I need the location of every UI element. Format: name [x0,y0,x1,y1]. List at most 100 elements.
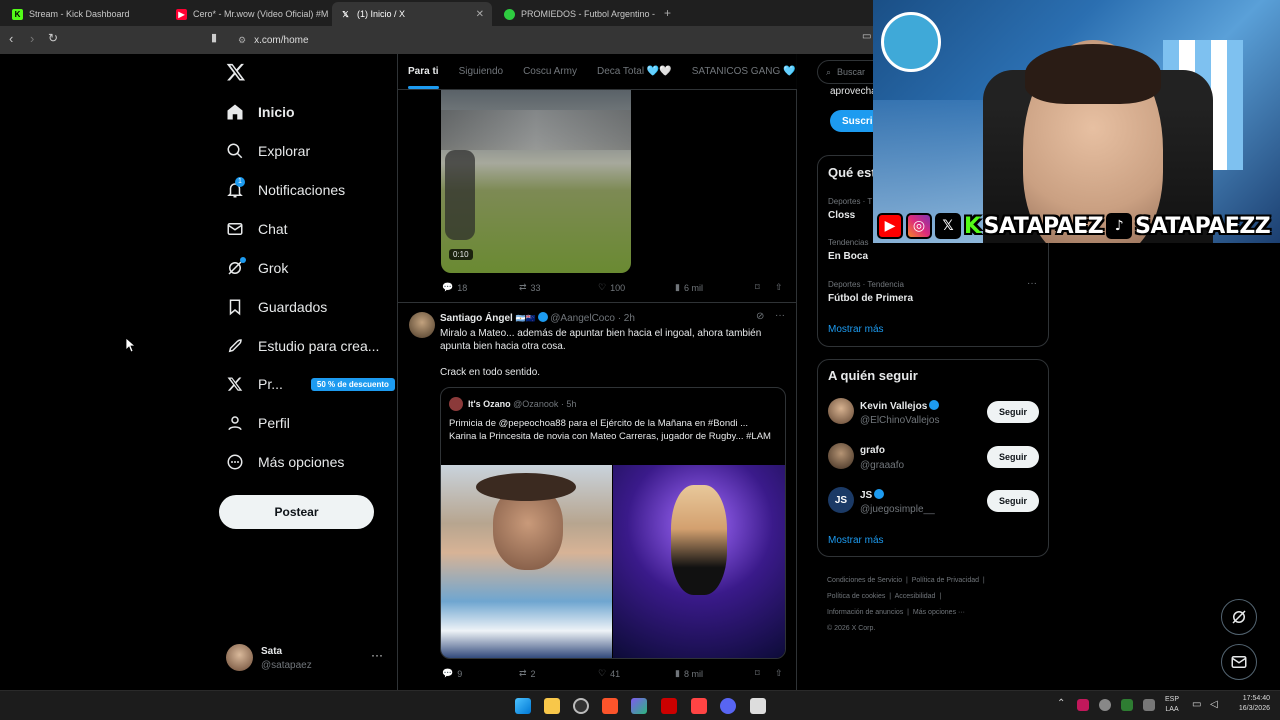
tab-satanicos-gang[interactable]: SATANICOS GANG 🩵 [682,66,797,77]
network-icon[interactable]: ▭ [1192,699,1201,710]
tab-coscu-army[interactable]: Coscu Army [513,66,587,77]
browser-tab-youtube[interactable]: ▶ Cero* - Mr.wow (Video Oficial) #Mer [168,2,328,26]
footer-link[interactable]: Accesibilidad [895,593,936,600]
sidebar-item-mas-opciones[interactable]: Más opciones [226,453,344,471]
trend-name[interactable]: En Boca [828,251,868,262]
post-time[interactable]: · 2h [618,313,635,324]
promiedos-favicon-icon [504,8,515,20]
show-more-link[interactable]: Mostrar más [828,535,884,546]
tray-overflow-icon[interactable]: ⌃ [1057,698,1065,709]
post-video[interactable]: 0:10 [441,90,631,273]
sidebar-item-grok[interactable]: Grok [226,257,288,277]
follow-button[interactable]: Seguir [987,401,1039,423]
grok-floating-button[interactable] [1221,599,1257,635]
share-button[interactable]: ⇧ [775,668,783,679]
language-indicator[interactable]: ESP LAA [1165,695,1179,715]
messages-floating-button[interactable] [1221,644,1257,680]
share-button[interactable]: ⇧ [775,282,783,293]
repost-button[interactable]: ⇄ 33 [519,282,541,293]
sidebar-item-inicio[interactable]: Inicio [226,103,295,121]
app-icon[interactable] [661,698,677,714]
discord-icon[interactable] [720,698,736,714]
account-switcher[interactable]: Sata @satapaez ··· [226,644,396,674]
follow-button[interactable]: Seguir [987,446,1039,468]
clock[interactable]: 17:54:40 16/3/2026 [1228,694,1270,714]
browser-tab-promiedos[interactable]: PROMIEDOS - Futbol Argentino - Fix [496,2,658,26]
footer-link[interactable]: Más opciones ··· [913,609,965,616]
footer-link[interactable]: Política de cookies [827,593,885,600]
tab-para-ti[interactable]: Para ti [398,66,449,89]
browser-icon[interactable] [573,698,589,714]
avatar[interactable] [409,312,435,338]
like-button[interactable]: ♡ 41 [598,668,620,679]
tray-icon[interactable] [1099,699,1111,711]
start-icon[interactable] [515,698,531,714]
reload-icon[interactable]: ↻ [48,31,58,45]
tab-deca-total[interactable]: Deca Total 🩵🤍 [587,66,682,77]
sidebar-item-notificaciones[interactable]: 1 Notificaciones [226,177,345,199]
sidebar-item-estudio[interactable]: Estudio para crea... [226,337,379,355]
trend-name[interactable]: Fútbol de Primera [828,293,913,304]
post-text: Crack en todo sentido. [440,367,541,378]
views-button[interactable]: ▮ 8 mil [675,668,703,679]
footer-link[interactable]: Política de Privacidad [912,577,979,584]
follow-name[interactable]: Kevin Vallejos [860,400,940,412]
sidebar-item-chat[interactable]: Chat [226,220,288,238]
browser-tab-kick[interactable]: K Stream - Kick Dashboard [4,2,166,26]
file-explorer-icon[interactable] [544,698,560,714]
follow-name[interactable]: grafo [860,445,885,456]
quoted-post[interactable]: It's Ozano @Ozanook · 5h Primicia de @pe… [440,387,786,659]
follow-name[interactable]: JS [860,489,885,501]
bookmark-button[interactable]: ⌑ [755,282,760,293]
app-icon[interactable] [691,698,707,714]
forward-icon[interactable]: › [30,31,34,46]
tray-icon[interactable] [1143,699,1155,711]
post-more-icon[interactable]: ··· [775,310,785,321]
copilot-icon[interactable] [631,698,647,714]
trend-name[interactable]: Closs [828,210,855,221]
avatar[interactable] [828,443,854,469]
reply-button[interactable]: 💬 9 [442,668,462,679]
sidebar-item-perfil[interactable]: Perfil [226,414,290,432]
road-shape [441,110,631,150]
show-more-link[interactable]: Mostrar más [828,324,884,335]
back-icon[interactable]: ‹ [9,31,13,46]
bookmark-page-icon[interactable]: ▮ [211,31,217,44]
post-button[interactable]: Postear [219,495,374,529]
tab-siguiendo[interactable]: Siguiendo [449,66,513,77]
repost-button[interactable]: ⇄ 2 [519,668,536,679]
trend-more-icon[interactable]: ··· [1027,278,1037,289]
bookmark-button[interactable]: ⌑ [755,668,760,679]
tray-icon[interactable] [1077,699,1089,711]
footer-link[interactable]: Información de anuncios [827,609,903,616]
grok-icon[interactable]: ⊘ [756,311,764,322]
footer-link[interactable]: Condiciones de Servicio [827,577,902,584]
new-tab-icon[interactable]: + [664,6,671,20]
brave-icon[interactable] [602,698,618,714]
quote-image-woman[interactable] [613,465,785,658]
volume-icon[interactable]: ◁ [1210,699,1218,710]
x-logo-icon[interactable] [226,62,246,87]
close-tab-icon[interactable]: ✕ [476,9,484,20]
site-info-icon[interactable]: ⚙ [238,35,246,46]
post-author[interactable]: Santiago Ángel [440,313,513,324]
rocket-icon [226,337,244,355]
avatar[interactable]: JS [828,487,854,513]
follow-button[interactable]: Seguir [987,490,1039,512]
calculator-icon[interactable] [750,698,766,714]
quote-image-rugby-player[interactable] [441,465,612,658]
sidebar-item-guardados[interactable]: Guardados [226,298,327,316]
screen-icon[interactable]: ▭ [862,31,871,42]
sidebar-item-explorar[interactable]: Explorar [226,142,310,160]
sidebar-item-label: Pr... [258,376,283,392]
tray-icon[interactable] [1121,699,1133,711]
address-bar[interactable]: ⚙ x.com/home [232,30,872,50]
reply-button[interactable]: 💬 18 [442,282,467,293]
browser-tab-x[interactable]: 𝕏 (1) Inicio / X ✕ [332,2,492,26]
post-handle[interactable]: @AangelCoco [550,313,615,324]
avatar[interactable] [828,398,854,424]
more-icon[interactable]: ··· [371,648,383,662]
sidebar-item-premium[interactable]: Pr... 50 % de descuento [226,375,395,393]
views-button[interactable]: ▮ 6 mil [675,282,703,293]
like-button[interactable]: ♡ 100 [598,282,625,293]
